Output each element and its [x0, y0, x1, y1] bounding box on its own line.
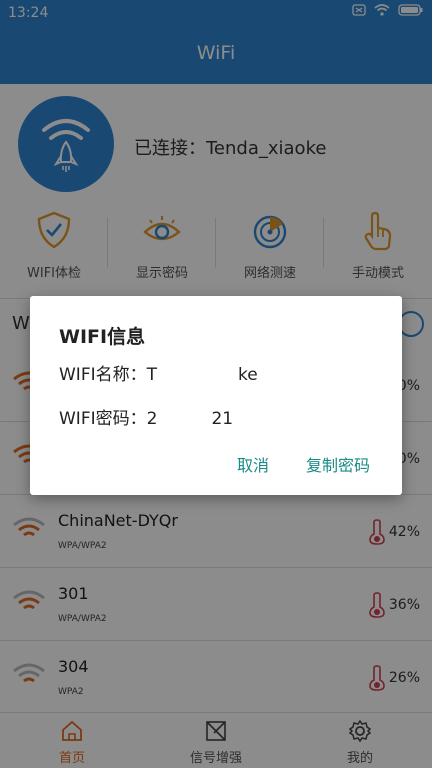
dialog-title: WIFI信息 — [59, 326, 146, 348]
copy-password-button[interactable]: 复制密码 — [306, 452, 370, 476]
wifi-name-line: WIFI名称：T ke — [59, 365, 258, 385]
wifi-password-line: WIFI密码：2 21 — [59, 409, 234, 429]
wifi-info-dialog: WIFI信息 WIFI名称：T ke WIFI密码：2 21 取消 复制密码 — [30, 296, 402, 495]
cancel-button[interactable]: 取消 — [237, 452, 269, 476]
